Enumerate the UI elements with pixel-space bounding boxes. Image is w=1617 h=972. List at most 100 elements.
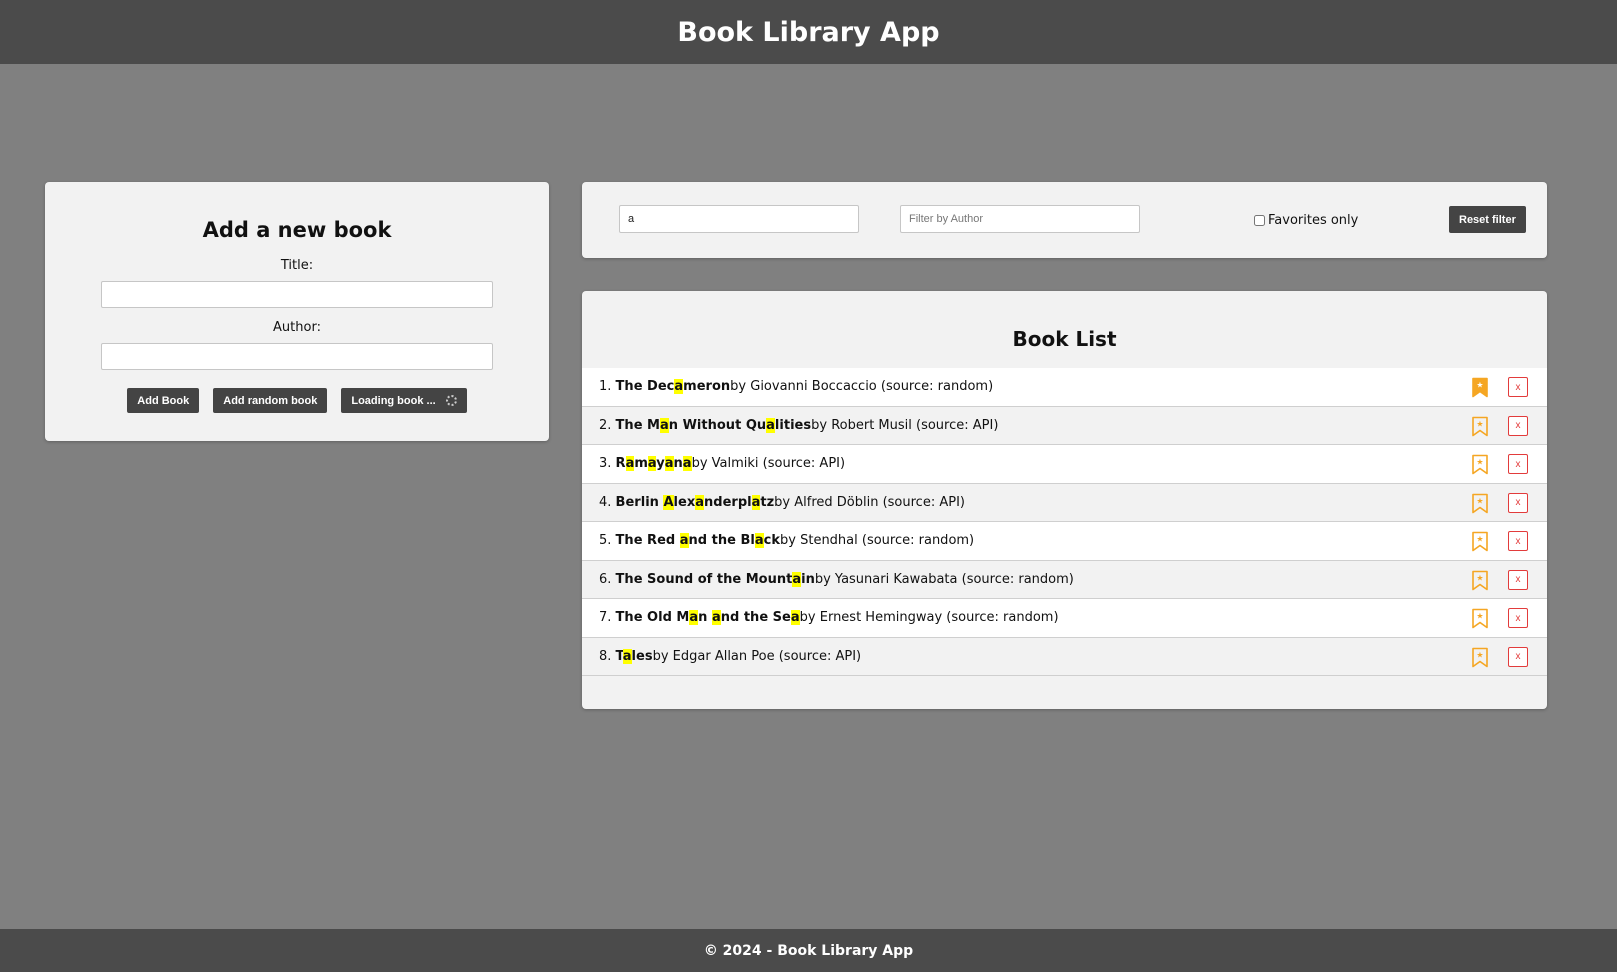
book-number: 6. bbox=[599, 571, 616, 587]
svg-text:★: ★ bbox=[1476, 650, 1483, 659]
favorites-only-toggle[interactable]: Favorites only bbox=[1254, 213, 1358, 228]
book-title: The Red and the Black bbox=[615, 533, 781, 549]
author-label: Author: bbox=[273, 320, 321, 335]
book-number: 7. bbox=[599, 610, 616, 626]
book-author-source: by Edgar Allan Poe (source: API) bbox=[652, 648, 862, 664]
book-number: 2. bbox=[599, 417, 616, 433]
favorites-only-checkbox[interactable] bbox=[1254, 215, 1265, 226]
book-number: 5. bbox=[599, 533, 616, 549]
book-title: Tales bbox=[615, 648, 653, 664]
title-filter-input[interactable] bbox=[619, 205, 859, 233]
title-match-highlight: a bbox=[682, 456, 692, 472]
add-book-panel: Add a new book Title: Author: Add Book A… bbox=[45, 182, 549, 441]
book-row: 3. Ramayana by Valmiki (source: API) ★ x bbox=[582, 445, 1547, 484]
loading-book-label: Loading book ... bbox=[351, 394, 436, 407]
filter-panel: Favorites only Reset filter bbox=[582, 182, 1547, 258]
bookmark-star-icon: ★ bbox=[1472, 531, 1488, 552]
book-title: The Sound of the Mountain bbox=[615, 571, 815, 587]
bookmark-star-icon: ★ bbox=[1472, 493, 1488, 513]
delete-book-button[interactable]: x bbox=[1508, 454, 1528, 474]
app-header: Book Library App bbox=[0, 0, 1617, 64]
svg-text:★: ★ bbox=[1476, 458, 1483, 467]
title-match-highlight: a bbox=[695, 494, 704, 510]
favorite-button[interactable]: ★ bbox=[1470, 531, 1490, 552]
title-match-highlight: a bbox=[751, 494, 761, 510]
title-match-highlight: a bbox=[622, 648, 632, 664]
delete-book-button[interactable]: x bbox=[1508, 531, 1528, 551]
book-list-panel: Book List 1. The Decameron by Giovanni B… bbox=[582, 291, 1547, 709]
svg-text:★: ★ bbox=[1476, 612, 1483, 621]
favorite-button[interactable]: ★ bbox=[1470, 416, 1490, 437]
favorite-button[interactable]: ★ bbox=[1470, 570, 1490, 591]
title-match-highlight: a bbox=[674, 379, 684, 395]
app-footer: © 2024 - Book Library App bbox=[0, 929, 1617, 972]
title-match-highlight: a bbox=[689, 610, 699, 626]
bookmark-star-filled-icon: ★ bbox=[1472, 377, 1488, 398]
title-match-highlight: A bbox=[663, 494, 674, 510]
book-row: 1. The Decameron by Giovanni Boccaccio (… bbox=[582, 368, 1547, 407]
book-title: The Man Without Qualities bbox=[615, 417, 812, 433]
delete-book-button[interactable]: x bbox=[1508, 608, 1528, 628]
add-book-button[interactable]: Add Book bbox=[127, 388, 200, 413]
delete-book-button[interactable]: x bbox=[1508, 646, 1528, 667]
title-input[interactable] bbox=[101, 281, 493, 308]
delete-book-button[interactable]: x bbox=[1508, 377, 1528, 397]
title-match-highlight: a bbox=[647, 456, 657, 472]
bookmark-star-icon: ★ bbox=[1472, 454, 1488, 475]
book-number: 8. bbox=[599, 648, 616, 664]
title-match-highlight: a bbox=[790, 610, 800, 626]
book-author-source: by Alfred Döblin (source: API) bbox=[774, 494, 965, 510]
bookmark-star-icon: ★ bbox=[1472, 570, 1488, 590]
book-author-source: by Valmiki (source: API) bbox=[691, 456, 846, 472]
author-input[interactable] bbox=[101, 343, 493, 370]
book-author-source: by Stendhal (source: random) bbox=[780, 533, 975, 549]
bookmark-star-icon: ★ bbox=[1472, 647, 1488, 667]
svg-text:★: ★ bbox=[1476, 381, 1483, 390]
title-match-highlight: a bbox=[679, 533, 689, 549]
add-random-book-button[interactable]: Add random book bbox=[213, 388, 328, 413]
book-title: The Old Man and the Sea bbox=[615, 610, 800, 626]
book-number: 1. bbox=[599, 379, 616, 395]
bookmark-star-icon: ★ bbox=[1472, 608, 1488, 629]
title-match-highlight: a bbox=[664, 456, 674, 472]
book-row: 5. The Red and the Black by Stendhal (so… bbox=[582, 522, 1547, 561]
title-match-highlight: a bbox=[659, 417, 669, 433]
favorite-button[interactable]: ★ bbox=[1470, 454, 1490, 475]
title-match-highlight: a bbox=[754, 533, 764, 549]
loading-book-button[interactable]: Loading book ... bbox=[341, 388, 467, 413]
delete-book-button[interactable]: x bbox=[1508, 415, 1528, 436]
svg-text:★: ★ bbox=[1476, 573, 1483, 582]
footer-text: © 2024 - Book Library App bbox=[703, 942, 914, 959]
app-title: Book Library App bbox=[677, 16, 940, 48]
book-author-source: by Giovanni Boccaccio (source: random) bbox=[730, 379, 994, 395]
svg-text:★: ★ bbox=[1476, 496, 1483, 505]
favorite-button[interactable]: ★ bbox=[1470, 647, 1490, 668]
spinner-icon bbox=[445, 395, 457, 406]
author-filter-input[interactable] bbox=[900, 205, 1140, 233]
book-number: 4. bbox=[599, 494, 616, 510]
favorite-button[interactable]: ★ bbox=[1470, 493, 1490, 514]
book-list: 1. The Decameron by Giovanni Boccaccio (… bbox=[582, 368, 1547, 676]
book-author-source: by Ernest Hemingway (source: random) bbox=[799, 610, 1059, 626]
favorite-button[interactable]: ★ bbox=[1470, 608, 1490, 629]
svg-text:★: ★ bbox=[1476, 419, 1483, 428]
favorite-button[interactable]: ★ bbox=[1470, 377, 1490, 398]
reset-filter-button[interactable]: Reset filter bbox=[1449, 206, 1526, 233]
title-match-highlight: a bbox=[792, 571, 802, 587]
title-match-highlight: a bbox=[625, 456, 635, 472]
book-title: Berlin Alexanderplatz bbox=[615, 494, 775, 510]
book-row: 2. The Man Without Qualities by Robert M… bbox=[582, 406, 1547, 445]
book-number: 3. bbox=[599, 456, 616, 472]
delete-book-button[interactable]: x bbox=[1508, 492, 1528, 513]
add-form-actions: Add Book Add random book Loading book ..… bbox=[45, 388, 549, 413]
delete-book-button[interactable]: x bbox=[1508, 569, 1528, 590]
book-title: Ramayana bbox=[615, 456, 692, 472]
book-list-heading: Book List bbox=[1012, 327, 1117, 351]
book-row: 8. Tales by Edgar Allan Poe (source: API… bbox=[582, 637, 1547, 676]
book-title: The Decameron bbox=[615, 379, 731, 395]
title-label: Title: bbox=[280, 258, 314, 273]
svg-text:★: ★ bbox=[1476, 535, 1483, 544]
book-author-source: by Yasunari Kawabata (source: random) bbox=[814, 571, 1074, 587]
add-book-heading: Add a new book bbox=[202, 218, 392, 242]
book-row: 6. The Sound of the Mountain by Yasunari… bbox=[582, 560, 1547, 599]
